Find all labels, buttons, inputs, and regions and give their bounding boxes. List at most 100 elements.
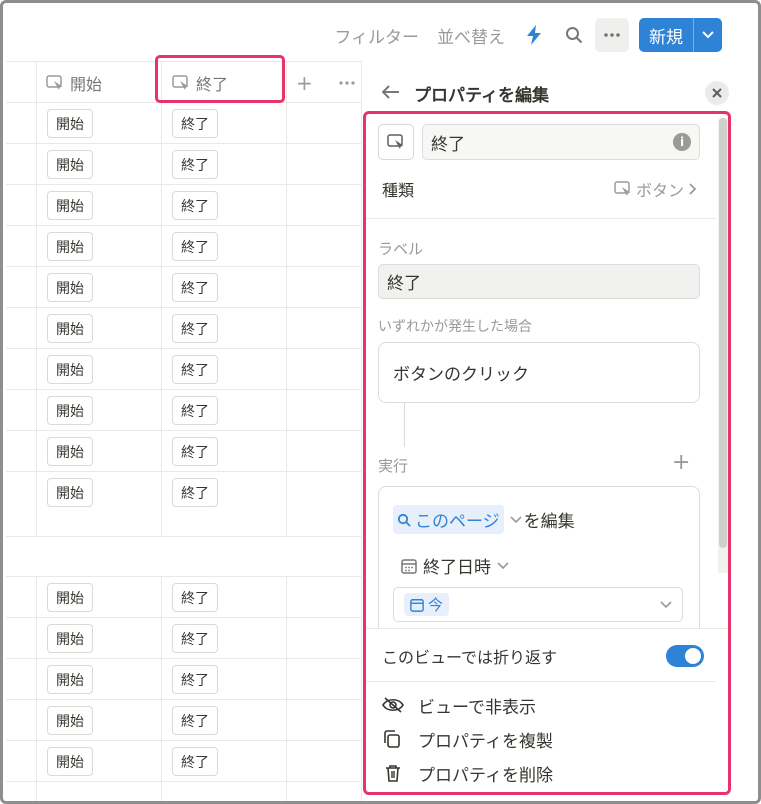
start-cell-button[interactable]: 開始 [47, 396, 93, 425]
table-row: 開始 終了 [6, 659, 361, 700]
table-row: 開始 終了 [6, 431, 361, 472]
execute-caption: 実行 [378, 457, 409, 475]
start-cell-button[interactable]: 開始 [47, 355, 93, 384]
search-icon [397, 513, 411, 527]
table-row: 開始 終了 [6, 618, 361, 659]
action-property-row[interactable]: 終了日時 [401, 553, 509, 578]
delete-property-item[interactable]: プロパティを削除 [382, 759, 704, 787]
end-cell-button[interactable]: 終了 [172, 396, 218, 425]
panel-footer: このビューでは折り返す ビューで非表示 プロパティを複製 プロパティを削除 [366, 628, 728, 792]
scrollbar-thumb[interactable] [719, 118, 727, 548]
back-arrow-icon[interactable] [381, 84, 400, 103]
action-suffix: を編集 [523, 512, 575, 532]
table-row: 開始 終了 [6, 185, 361, 226]
table-row: 開始 終了 [6, 349, 361, 390]
eye-slash-icon [382, 697, 404, 713]
close-icon[interactable] [705, 81, 729, 105]
property-name-value: 終了 [431, 134, 465, 155]
lightning-icon[interactable] [523, 24, 545, 46]
end-cell-button[interactable]: 終了 [172, 150, 218, 179]
more-icon[interactable] [595, 18, 629, 52]
start-cell-button[interactable]: 開始 [47, 273, 93, 302]
type-value-label: ボタン [635, 181, 684, 200]
column-header-start[interactable]: 開始 [46, 62, 102, 103]
end-cell-button[interactable]: 終了 [172, 478, 218, 507]
end-cell-button[interactable]: 終了 [172, 665, 218, 694]
start-cell-button[interactable]: 開始 [47, 624, 93, 653]
table-row: 開始 終了 [6, 226, 361, 267]
start-cell-button[interactable]: 開始 [47, 232, 93, 261]
table-row: 開始 終了 [6, 390, 361, 431]
database-table: 開始 終了 + 開始 終了 開始 終了 開始 終了 開始 終了 開始 終了 開始… [6, 61, 361, 801]
property-name-row: 終了 i [378, 124, 700, 160]
label-value: 終了 [387, 274, 421, 294]
start-cell-button[interactable]: 開始 [47, 583, 93, 612]
button-property-icon [387, 134, 404, 149]
type-value[interactable]: ボタン [614, 177, 698, 201]
more-icon[interactable] [339, 62, 361, 103]
end-cell-button[interactable]: 終了 [172, 273, 218, 302]
chevron-down-icon [497, 561, 509, 569]
end-cell-button[interactable]: 終了 [172, 747, 218, 776]
end-cell-button[interactable]: 終了 [172, 583, 218, 612]
end-cell-button[interactable]: 終了 [172, 191, 218, 220]
search-icon[interactable] [563, 24, 585, 46]
wrap-toggle[interactable] [666, 645, 704, 667]
database-toolbar: フィルター 並べ替え 新規 [316, 17, 722, 53]
chevron-right-icon [689, 183, 697, 195]
end-cell-button[interactable]: 終了 [172, 706, 218, 735]
label-caption: ラベル [378, 240, 424, 258]
end-cell-button[interactable]: 終了 [172, 314, 218, 343]
duplicate-icon [384, 730, 400, 748]
delete-property-label: プロパティを削除 [418, 765, 553, 786]
end-cell-button[interactable]: 終了 [172, 624, 218, 653]
chevron-down-icon[interactable] [694, 18, 722, 52]
add-action-icon[interactable]: + [672, 450, 690, 475]
table-row: 開始 終了 [6, 103, 361, 144]
filter-button[interactable]: フィルター [334, 23, 419, 48]
type-label: 種類 [382, 181, 415, 200]
hide-in-view-label: ビューで非表示 [418, 697, 536, 718]
table-row: 開始 終了 [6, 472, 361, 537]
end-cell-button[interactable]: 終了 [172, 232, 218, 261]
new-button-label[interactable]: 新規 [639, 18, 694, 52]
wrap-setting-row[interactable]: このビューでは折り返す [382, 643, 704, 669]
action-value-select[interactable]: 今 [393, 587, 683, 622]
action-target-chip[interactable]: このページ [393, 505, 504, 534]
start-cell-button[interactable]: 開始 [47, 150, 93, 179]
start-cell-button[interactable]: 開始 [47, 747, 93, 776]
table-row: 開始 終了 [6, 267, 361, 308]
action-property-label: 終了日時 [423, 558, 491, 578]
start-cell-button[interactable]: 開始 [47, 665, 93, 694]
duplicate-property-item[interactable]: プロパティを複製 [382, 725, 704, 753]
start-cell-button[interactable]: 開始 [47, 437, 93, 466]
property-icon-picker[interactable] [378, 124, 414, 160]
end-cell-button[interactable]: 終了 [172, 355, 218, 384]
property-name-input[interactable]: 終了 i [422, 124, 700, 160]
new-button[interactable]: 新規 [639, 18, 722, 52]
action-target-label: このページ [415, 512, 500, 532]
sort-button[interactable]: 並べ替え [437, 23, 505, 48]
add-column-icon[interactable]: + [296, 62, 313, 103]
calendar-icon [410, 598, 424, 612]
now-chip: 今 [404, 593, 450, 616]
divider [366, 218, 716, 219]
property-type-row[interactable]: 種類 ボタン [382, 174, 698, 204]
chevron-down-icon[interactable] [510, 515, 522, 524]
trigger-selector[interactable]: ボタンのクリック [378, 342, 700, 403]
end-cell-button[interactable]: 終了 [172, 437, 218, 466]
column-header-start-label: 開始 [70, 74, 103, 94]
start-cell-button[interactable]: 開始 [47, 314, 93, 343]
hide-in-view-item[interactable]: ビューで非表示 [382, 691, 704, 719]
start-cell-button[interactable]: 開始 [47, 478, 93, 507]
label-input[interactable]: 終了 [378, 264, 700, 299]
edit-property-panel: プロパティを編集 終了 i 種類 ボタン ラベル 終了 いずれかが発生した場合 … [361, 61, 758, 801]
action-target-row: このページ を編集 [393, 505, 575, 534]
info-icon[interactable]: i [673, 133, 691, 151]
trigger-value: ボタンのクリック [393, 365, 529, 385]
start-cell-button[interactable]: 開始 [47, 109, 93, 138]
end-cell-button[interactable]: 終了 [172, 109, 218, 138]
start-cell-button[interactable]: 開始 [47, 706, 93, 735]
start-cell-button[interactable]: 開始 [47, 191, 93, 220]
group-divider [6, 537, 361, 577]
